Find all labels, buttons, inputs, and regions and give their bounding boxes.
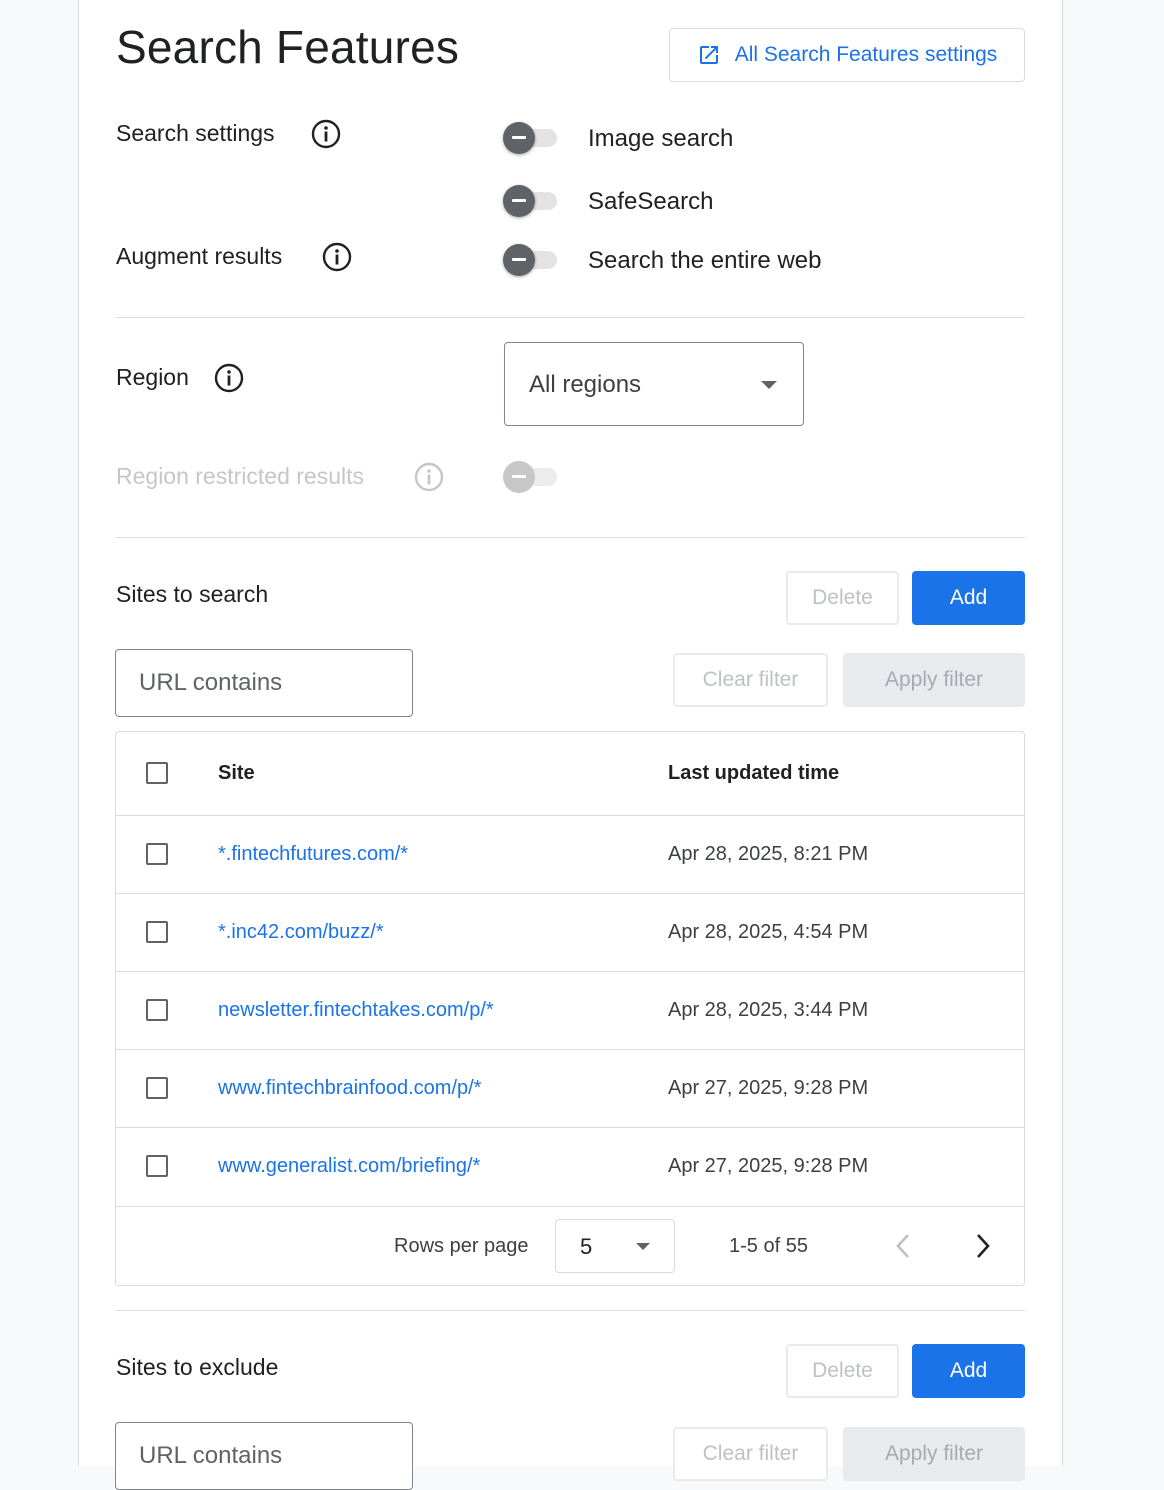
last-updated-time: Apr 28, 2025, 8:21 PM: [668, 843, 869, 865]
info-icon[interactable]: [214, 363, 244, 393]
info-icon: [414, 462, 444, 492]
last-updated-time: Apr 27, 2025, 9:28 PM: [668, 1077, 869, 1099]
region-restricted-toggle: [503, 461, 559, 493]
row-checkbox[interactable]: [146, 921, 168, 943]
sites-table: Site Last updated time *.fintechfutures.…: [115, 731, 1025, 1286]
delete-button[interactable]: Delete: [786, 571, 899, 625]
search-entire-web-label: Search the entire web: [588, 247, 822, 274]
divider: [115, 537, 1025, 538]
toggle-thumb: [503, 185, 535, 217]
chevron-right-icon[interactable]: [971, 1232, 995, 1260]
region-selected-value: All regions: [529, 371, 642, 398]
site-link[interactable]: www.generalist.com/briefing/*: [218, 1155, 480, 1178]
open-in-new-icon: [699, 46, 718, 64]
rows-per-page-select[interactable]: 5: [555, 1219, 675, 1273]
region-select[interactable]: All regions: [504, 342, 804, 426]
search-entire-web-toggle[interactable]: [503, 244, 559, 276]
add-button[interactable]: Add: [912, 1344, 1025, 1398]
column-header-last-updated: Last updated time: [668, 762, 840, 784]
info-icon[interactable]: [311, 119, 341, 149]
site-link[interactable]: *.fintechfutures.com/*: [218, 843, 408, 866]
safesearch-label: SafeSearch: [588, 188, 714, 215]
region-restricted-label: Region restricted results: [116, 463, 364, 489]
clear-filter-button[interactable]: Clear filter: [673, 1427, 828, 1481]
add-button[interactable]: Add: [912, 571, 1025, 625]
pagination-range: 1-5 of 55: [729, 1235, 808, 1257]
toggle-thumb: [503, 244, 535, 276]
dropdown-arrow-icon: [761, 381, 777, 389]
image-search-label: Image search: [588, 125, 734, 152]
table-row: newsletter.fintechtakes.com/p/* Apr 28, …: [116, 972, 1024, 1050]
toggle-thumb: [503, 122, 535, 154]
table-row: www.fintechbrainfood.com/p/* Apr 27, 202…: [116, 1050, 1024, 1128]
rows-per-page-value: 5: [580, 1234, 593, 1259]
clear-filter-button[interactable]: Clear filter: [673, 653, 828, 707]
rows-per-page-label: Rows per page: [394, 1235, 529, 1257]
row-checkbox[interactable]: [146, 1077, 168, 1099]
last-updated-time: Apr 28, 2025, 4:54 PM: [668, 921, 869, 943]
image-search-toggle[interactable]: [503, 122, 559, 154]
url-contains-input[interactable]: URL contains: [115, 649, 413, 717]
all-search-features-settings-button[interactable]: All Search Features settings: [669, 28, 1025, 82]
table-row: *.inc42.com/buzz/* Apr 28, 2025, 4:54 PM: [116, 894, 1024, 972]
search-settings-label: Search settings: [116, 120, 275, 146]
column-header-site: Site: [218, 762, 255, 784]
info-icon[interactable]: [322, 242, 352, 272]
row-checkbox[interactable]: [146, 1155, 168, 1177]
apply-filter-button[interactable]: Apply filter: [843, 1427, 1025, 1481]
url-contains-input[interactable]: URL contains: [115, 1422, 413, 1490]
delete-button[interactable]: Delete: [786, 1344, 899, 1398]
table-row: www.generalist.com/briefing/* Apr 27, 20…: [116, 1128, 1024, 1207]
table-row: *.fintechfutures.com/* Apr 28, 2025, 8:2…: [116, 816, 1024, 894]
divider: [115, 1310, 1025, 1311]
page-title: Search Features: [116, 21, 460, 73]
last-updated-time: Apr 28, 2025, 3:44 PM: [668, 999, 869, 1021]
safesearch-toggle[interactable]: [503, 185, 559, 217]
region-label: Region: [116, 364, 189, 390]
row-checkbox[interactable]: [146, 843, 168, 865]
site-link[interactable]: www.fintechbrainfood.com/p/*: [218, 1077, 481, 1100]
all-search-features-settings-label: All Search Features settings: [734, 43, 998, 66]
augment-results-label: Augment results: [116, 243, 283, 269]
last-updated-time: Apr 27, 2025, 9:28 PM: [668, 1155, 869, 1177]
sites-to-search-title: Sites to search: [116, 581, 269, 607]
sites-to-exclude-title: Sites to exclude: [116, 1354, 279, 1380]
chevron-left-icon[interactable]: [892, 1232, 916, 1260]
apply-filter-button[interactable]: Apply filter: [843, 653, 1025, 707]
site-link[interactable]: *.inc42.com/buzz/*: [218, 921, 384, 944]
table-header-row: Site Last updated time: [116, 732, 1024, 816]
select-all-checkbox[interactable]: [146, 762, 168, 784]
site-link[interactable]: newsletter.fintechtakes.com/p/*: [218, 999, 494, 1022]
divider: [115, 317, 1025, 318]
row-checkbox[interactable]: [146, 999, 168, 1021]
toggle-thumb: [503, 461, 535, 493]
dropdown-arrow-icon: [636, 1243, 650, 1250]
